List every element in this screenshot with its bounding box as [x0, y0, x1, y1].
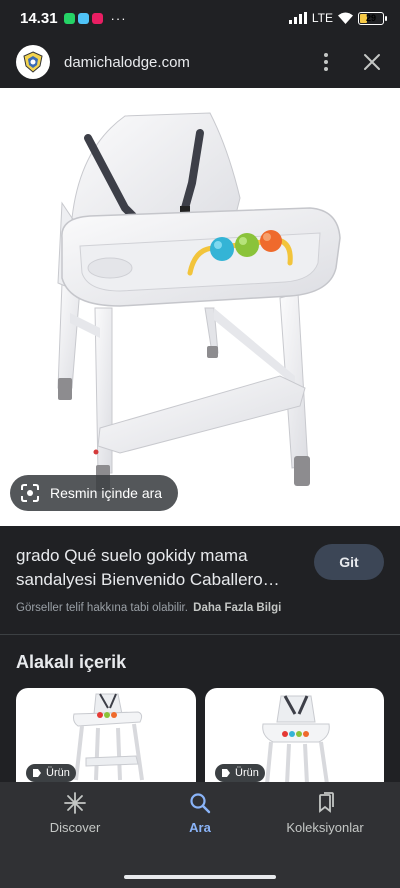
copyright-text: Görseller telif hakkına tabi olabilir.	[16, 602, 188, 614]
result-title[interactable]: grado Qué suelo gokidy mama sandalyesi B…	[16, 544, 306, 592]
related-card[interactable]: Ürün	[205, 688, 384, 788]
divider	[0, 634, 400, 635]
product-badge-label: Ürün	[46, 767, 70, 779]
network-type: LTE	[311, 11, 333, 25]
nav-discover-label: Discover	[49, 820, 101, 835]
nav-discover[interactable]: Discover	[15, 792, 135, 835]
bookmarks-icon	[319, 792, 334, 813]
more-options-button[interactable]	[314, 50, 338, 74]
site-domain[interactable]: damichalodge.com	[64, 54, 190, 71]
notification-icons	[63, 12, 103, 24]
signal-icon	[288, 12, 307, 24]
search-in-image-label: Resmin içinde ara	[50, 485, 163, 501]
related-content-heading: Alakalı içerik	[16, 652, 127, 672]
preview-image[interactable]: Resmin içinde ara	[0, 88, 400, 526]
nav-collections-label: Koleksiyonlar	[286, 820, 364, 835]
search-icon	[190, 793, 211, 814]
home-indicator[interactable]	[124, 875, 276, 879]
more-info-link[interactable]: Daha Fazla Bilgi	[193, 602, 281, 614]
video-app-icon	[77, 12, 89, 24]
search-in-image-button[interactable]: Resmin içinde ara	[10, 475, 179, 511]
app-notification-icon	[91, 12, 103, 24]
nav-search[interactable]: Ara	[140, 792, 260, 835]
lens-icon	[21, 484, 39, 502]
site-logo[interactable]	[16, 45, 50, 79]
wifi-icon	[338, 12, 353, 24]
whatsapp-icon	[63, 12, 75, 24]
crest-icon	[23, 51, 43, 73]
status-bar: 14.31 ··· LTE 29	[0, 0, 400, 36]
tag-icon	[222, 769, 230, 777]
product-badge: Ürün	[26, 764, 76, 782]
related-card[interactable]: Ürün	[16, 688, 196, 788]
battery-level: 29	[365, 13, 376, 23]
bottom-navigation: Discover Ara Koleksiyonlar	[0, 782, 400, 888]
more-notifications-icon: ···	[110, 10, 127, 26]
close-icon	[364, 54, 380, 70]
copyright-notice: Görseller telif hakkına tabi olabilir. D…	[16, 602, 384, 614]
product-badge: Ürün	[215, 764, 265, 782]
high-chair-image	[57, 112, 341, 491]
source-header: damichalodge.com	[0, 36, 400, 88]
more-vert-icon	[324, 53, 328, 57]
tag-icon	[33, 769, 41, 777]
close-button[interactable]	[360, 50, 384, 74]
product-badge-label: Ürün	[235, 767, 259, 779]
result-info: grado Qué suelo gokidy mama sandalyesi B…	[0, 526, 400, 634]
nav-search-label: Ara	[189, 820, 211, 835]
status-indicators: LTE 29	[288, 11, 387, 25]
visit-button[interactable]: Git	[314, 544, 384, 580]
status-time: 14.31	[20, 9, 58, 27]
nav-collections[interactable]: Koleksiyonlar	[265, 792, 385, 835]
asterisk-icon	[64, 792, 86, 814]
battery-icon: 29	[358, 11, 387, 25]
